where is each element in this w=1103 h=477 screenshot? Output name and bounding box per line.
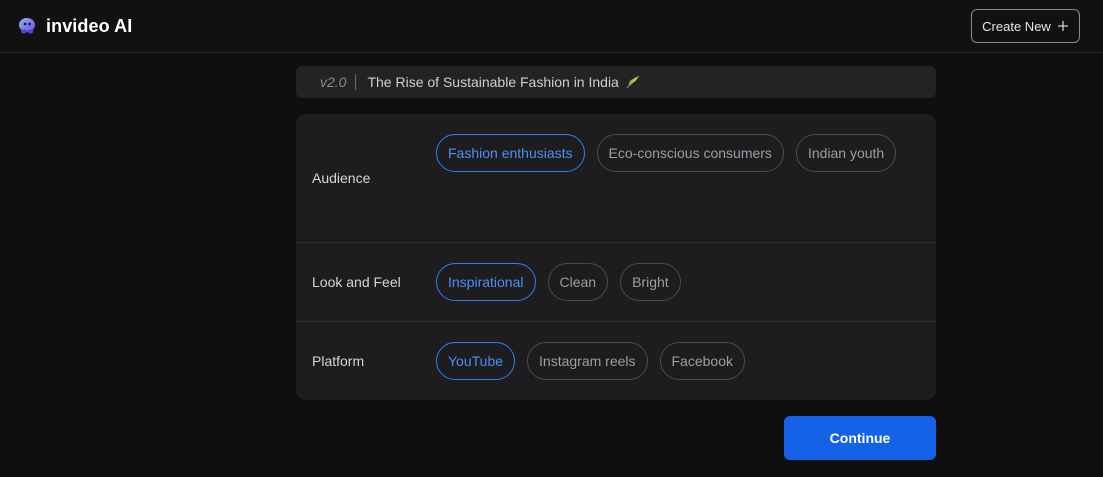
chip-youtube[interactable]: YouTube: [436, 342, 516, 380]
chip-bright[interactable]: Bright: [620, 263, 681, 301]
version-label: v2.0: [320, 74, 347, 90]
app-name: invideo AI: [46, 15, 133, 36]
audience-label: Audience: [312, 170, 371, 186]
divider: [355, 74, 357, 90]
look-and-feel-row: Look and Feel Inspirational Clean Bright: [296, 243, 936, 322]
top-bar: invideo AI Create New: [0, 0, 1103, 53]
look-and-feel-chips: Inspirational Clean Bright: [436, 263, 920, 301]
chip-inspirational[interactable]: Inspirational: [436, 263, 536, 301]
chip-indian-youth[interactable]: Indian youth: [795, 134, 897, 172]
app-logo[interactable]: invideo AI: [16, 13, 132, 39]
chip-fashion-enthusiasts[interactable]: Fashion enthusiasts: [436, 134, 585, 172]
leaf-icon: [626, 75, 640, 89]
chip-facebook[interactable]: Facebook: [659, 342, 745, 380]
chip-clean[interactable]: Clean: [547, 263, 609, 301]
plus-icon: [1057, 21, 1068, 31]
create-new-label: Create New: [982, 18, 1051, 34]
audience-row: Audience Fashion enthusiasts Eco-conscio…: [296, 114, 936, 243]
audience-chips: Fashion enthusiasts Eco-conscious consum…: [436, 134, 920, 172]
project-title-bar: v2.0 The Rise of Sustainable Fashion in …: [296, 66, 936, 98]
create-new-button[interactable]: Create New: [971, 9, 1080, 43]
continue-button[interactable]: Continue: [784, 416, 936, 460]
chip-instagram-reels[interactable]: Instagram reels: [527, 342, 648, 380]
platform-label: Platform: [312, 353, 365, 369]
platform-chips: YouTube Instagram reels Facebook: [436, 342, 920, 380]
platform-row: Platform YouTube Instagram reels Faceboo…: [296, 322, 936, 400]
chip-eco-conscious-consumers[interactable]: Eco-conscious consumers: [596, 134, 784, 172]
options-panel: Audience Fashion enthusiasts Eco-conscio…: [296, 114, 936, 400]
project-title: The Rise of Sustainable Fashion in India: [367, 74, 619, 90]
look-and-feel-label: Look and Feel: [312, 274, 401, 290]
invideo-logo-icon: [19, 18, 35, 34]
